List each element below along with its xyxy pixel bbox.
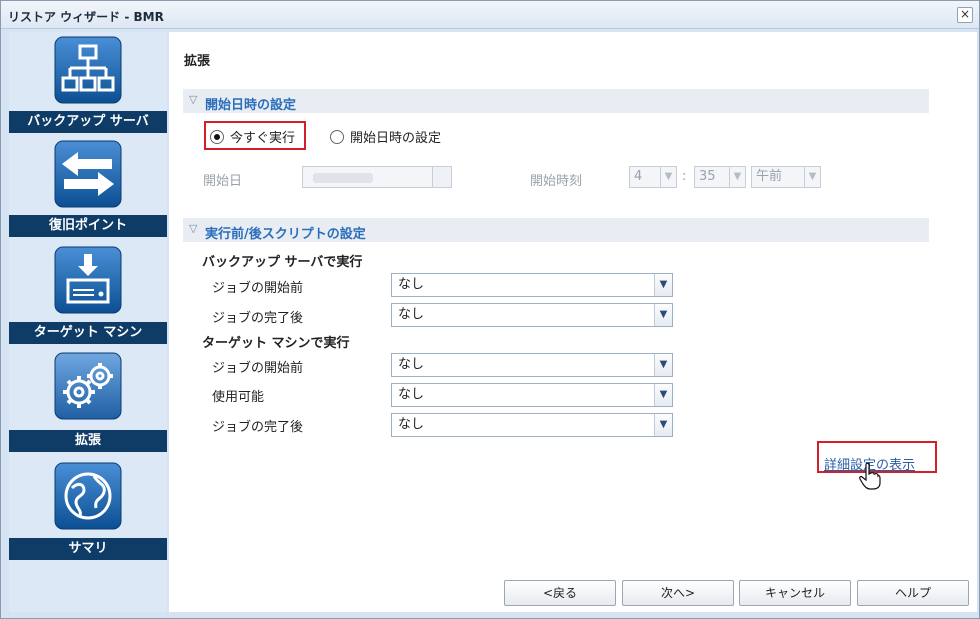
- row-label: ジョブの開始前: [212, 361, 304, 376]
- network-tree-icon: [54, 36, 122, 104]
- collapse-triangle-icon: ▽: [189, 93, 198, 106]
- back-button[interactable]: <戻る: [504, 580, 616, 606]
- radio-dot: [330, 129, 344, 144]
- target-enabled-select[interactable]: なし ▼: [391, 383, 673, 407]
- chevron-down-icon: ▼: [804, 167, 820, 187]
- row-label: ジョブの開始前: [212, 281, 304, 296]
- sidebar-item-backup-server[interactable]: バックアップ サーバ: [9, 32, 167, 136]
- calendar-icon[interactable]: [432, 166, 452, 188]
- wizard-sidebar: バックアップ サーバ 復旧ポイント ターゲット マシン 拡張 サマリ: [9, 32, 167, 612]
- row-label: ジョブの完了後: [212, 420, 304, 435]
- select-value: なし: [398, 417, 425, 432]
- sidebar-item-label: 拡張: [9, 430, 167, 452]
- sidebar-item-advanced[interactable]: 拡張: [9, 348, 167, 454]
- chevron-down-icon: ▼: [654, 304, 672, 326]
- section-header-scripts[interactable]: ▽ 実行前/後スクリプトの設定: [183, 218, 929, 242]
- sidebar-item-target-machine[interactable]: ターゲット マシン: [9, 240, 167, 346]
- chevron-down-icon: ▼: [654, 414, 672, 436]
- sidebar-item-label: 復旧ポイント: [9, 215, 167, 237]
- page-title: 拡張: [184, 54, 211, 69]
- sidebar-item-label: バックアップ サーバ: [9, 111, 167, 133]
- close-button[interactable]: ×: [957, 7, 973, 23]
- chevron-down-icon: ▼: [729, 167, 745, 187]
- chevron-down-icon: ▼: [654, 274, 672, 296]
- row-label: ジョブの完了後: [212, 311, 304, 326]
- ampm-select[interactable]: 午前 ▼: [751, 166, 821, 188]
- help-button[interactable]: ヘルプ: [857, 580, 969, 606]
- select-value: なし: [398, 357, 425, 372]
- section-header-start-time[interactable]: ▽ 開始日時の設定: [183, 89, 929, 113]
- section-header-label: 実行前/後スクリプトの設定: [205, 227, 366, 242]
- target-pre-job-select[interactable]: なし ▼: [391, 353, 673, 377]
- chevron-down-icon: ▼: [660, 167, 676, 187]
- chevron-down-icon: ▼: [654, 354, 672, 376]
- collapse-triangle-icon: ▽: [189, 222, 198, 235]
- section-header-label: 開始日時の設定: [205, 98, 297, 113]
- swap-arrows-icon: [54, 140, 122, 208]
- select-value: なし: [398, 387, 425, 402]
- main-content: 拡張 ▽ 開始日時の設定 今すぐ実行 開始日時の設定 開始日 開始時刻 4 ▼ …: [169, 32, 977, 612]
- drive-download-icon: [54, 246, 122, 314]
- minute-select[interactable]: 35 ▼: [694, 166, 746, 188]
- minute-value: 35: [699, 169, 716, 184]
- group-title-target-machine: ターゲット マシンで実行: [202, 336, 350, 351]
- select-value: なし: [398, 277, 425, 292]
- gears-icon: [54, 352, 122, 420]
- backup-pre-job-select[interactable]: なし ▼: [391, 273, 673, 297]
- window-title: リストア ウィザード - BMR: [8, 10, 164, 24]
- row-label: 使用可能: [212, 390, 265, 405]
- radio-label: 今すぐ実行: [230, 131, 296, 146]
- start-date-input[interactable]: [302, 166, 452, 188]
- backup-post-job-select[interactable]: なし ▼: [391, 303, 673, 327]
- group-title-backup-server: バックアップ サーバで実行: [202, 255, 363, 270]
- start-time-label: 開始時刻: [530, 174, 583, 189]
- hour-value: 4: [634, 169, 643, 184]
- sidebar-item-recovery-point[interactable]: 復旧ポイント: [9, 136, 167, 240]
- globe-icon: [54, 462, 122, 530]
- hour-select[interactable]: 4 ▼: [629, 166, 677, 188]
- radio-run-now[interactable]: 今すぐ実行: [210, 127, 295, 146]
- ampm-value: 午前: [756, 169, 783, 184]
- chevron-down-icon: ▼: [654, 384, 672, 406]
- cancel-button[interactable]: キャンセル: [739, 580, 851, 606]
- target-post-job-select[interactable]: なし ▼: [391, 413, 673, 437]
- restore-wizard-window: リストア ウィザード - BMR × バックアップ サーバ 復旧ポイント ターゲ…: [0, 0, 980, 619]
- next-button[interactable]: 次へ>: [622, 580, 734, 606]
- radio-dot-selected: [210, 129, 224, 144]
- time-separator: :: [682, 169, 687, 184]
- radio-label: 開始日時の設定: [350, 131, 442, 146]
- date-value-blurred: [313, 173, 373, 183]
- radio-schedule[interactable]: 開始日時の設定: [330, 127, 441, 146]
- title-bar: リストア ウィザード - BMR ×: [1, 1, 979, 29]
- sidebar-item-label: ターゲット マシン: [9, 322, 167, 344]
- hand-cursor-icon: [859, 462, 881, 490]
- start-date-label: 開始日: [203, 174, 243, 189]
- select-value: なし: [398, 307, 425, 322]
- sidebar-item-summary[interactable]: サマリ: [9, 456, 167, 562]
- sidebar-item-label: サマリ: [9, 538, 167, 560]
